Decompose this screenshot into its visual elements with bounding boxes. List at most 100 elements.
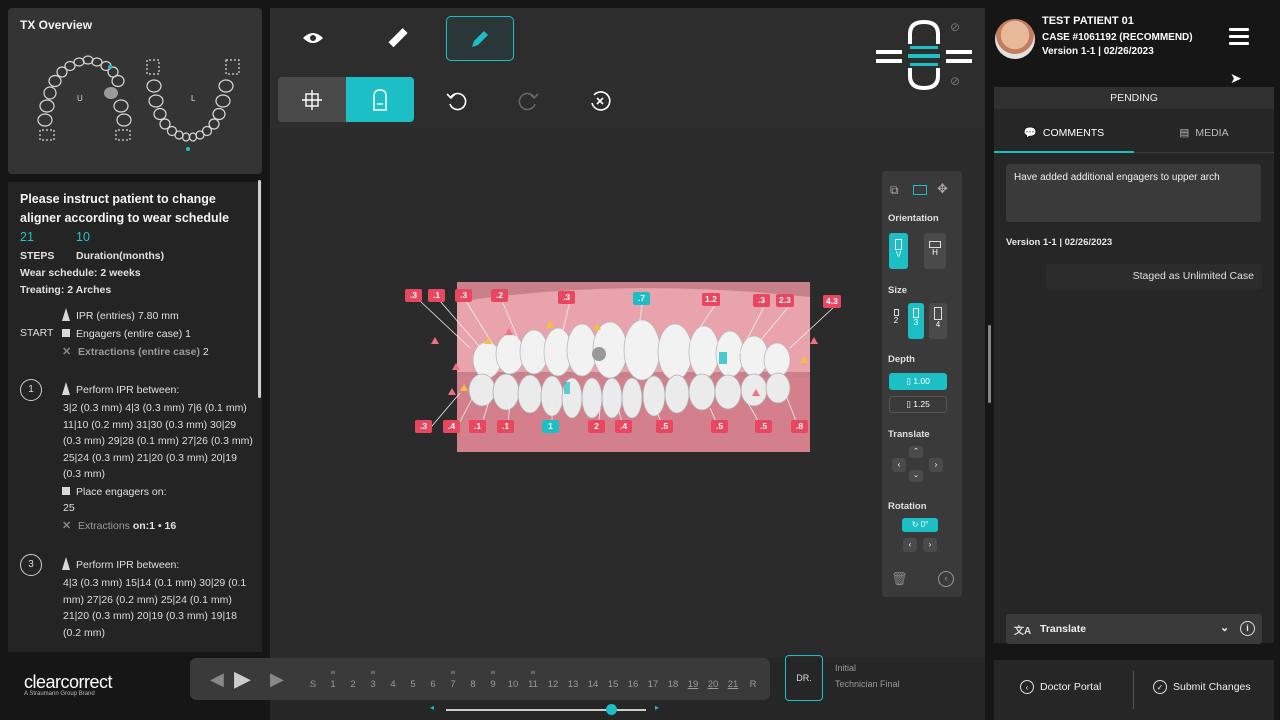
engager-label[interactable]: .7	[633, 292, 650, 305]
ipr-label[interactable]: .3	[405, 289, 422, 302]
chevron-down-icon: ⌄	[1220, 622, 1230, 634]
arch-diagram[interactable]	[8, 8, 262, 174]
warning-marker	[448, 388, 456, 395]
translate-left-button[interactable]: ‹	[892, 458, 906, 472]
ipr-label[interactable]: .5	[755, 420, 772, 433]
dr-button[interactable]: DR.	[785, 655, 823, 701]
next-step-icon[interactable]: ▶	[270, 669, 284, 690]
trash-icon[interactable]: 🗑	[891, 571, 908, 587]
engager-icon	[62, 487, 70, 495]
timeline-step[interactable]: S	[303, 679, 323, 690]
ipr-label[interactable]: 2	[588, 420, 605, 433]
timeline-step[interactable]: 19	[683, 679, 703, 690]
translate-icon: 文A	[1014, 626, 1032, 637]
timeline-step[interactable]: 17	[643, 679, 663, 690]
timeline-step[interactable]: 2	[343, 679, 363, 690]
ipr-icon	[62, 308, 70, 321]
rotate-right-button[interactable]: ›	[923, 538, 937, 552]
rotation-value[interactable]: ↻ 0°	[902, 518, 938, 532]
ipr-label[interactable]: .3	[455, 289, 472, 302]
ipr-label[interactable]: .1	[497, 420, 514, 433]
timeline-step[interactable]: R	[743, 679, 763, 690]
depth-1-button[interactable]: ▯ 1.00	[889, 373, 947, 390]
timeline-step[interactable]: 14	[583, 679, 603, 690]
step-3-ipr-title: Perform IPR between:	[62, 557, 179, 571]
rotate-left-button[interactable]: ‹	[903, 538, 917, 552]
initial-label[interactable]: Initial	[835, 663, 856, 673]
ipr-label[interactable]: 1.2	[702, 293, 720, 306]
ipr-label[interactable]: .8	[791, 420, 808, 433]
step-marker	[451, 671, 455, 674]
ipr-label[interactable]: .5	[711, 420, 728, 433]
play-icon[interactable]: ▶	[234, 666, 251, 692]
ipr-label[interactable]: .5	[656, 420, 673, 433]
translate-right-button[interactable]: ›	[929, 458, 943, 472]
ipr-label[interactable]: .4	[615, 420, 632, 433]
ipr-label[interactable]: 4.3	[823, 295, 841, 308]
timeline-step[interactable]: 4	[383, 679, 403, 690]
technician-final-label[interactable]: Technician Final	[835, 679, 900, 689]
ipr-label[interactable]: .2	[491, 289, 508, 302]
menu-button[interactable]	[1229, 28, 1249, 46]
ipr-label[interactable]: .3	[558, 291, 575, 304]
timeline-step[interactable]: 5	[403, 679, 423, 690]
timeline-step[interactable]: 15	[603, 679, 623, 690]
size-3-button[interactable]: 3	[908, 303, 924, 339]
timeline-step[interactable]: 12	[543, 679, 563, 690]
doctor-portal-button[interactable]: ‹ Doctor Portal	[1020, 680, 1101, 694]
treatment-instructions[interactable]: Please instruct patient to change aligne…	[8, 182, 262, 652]
step-1-engagers-title: Place engagers on:	[62, 486, 166, 498]
tab-comments[interactable]: 💬 COMMENTS	[994, 119, 1134, 153]
orientation-vertical-button[interactable]: V	[889, 233, 908, 269]
engager-icon	[62, 329, 70, 337]
comment-input[interactable]: Have added additional engagers to upper …	[1006, 164, 1261, 222]
zoom-slider-handle[interactable]	[606, 704, 617, 715]
timeline-step[interactable]: 18	[663, 679, 683, 690]
timeline-step[interactable]: 11	[523, 679, 543, 690]
copy-icon[interactable]: ⧉	[890, 183, 899, 198]
collapse-icon[interactable]: ‹	[938, 571, 954, 587]
size-4-button[interactable]: 4	[929, 303, 947, 339]
ipr-label[interactable]: .1	[469, 420, 486, 433]
translate-dropdown[interactable]: 文A Translate ⌄ i	[1006, 614, 1262, 644]
engager-label[interactable]: 1	[542, 420, 559, 433]
screen-icon[interactable]	[913, 185, 927, 195]
timeline-step[interactable]: 9	[483, 679, 503, 690]
timeline-step[interactable]: 10	[503, 679, 523, 690]
step-3-badge: 3	[20, 554, 42, 576]
ipr-label[interactable]: .1	[428, 289, 445, 302]
timeline-step[interactable]: 6	[423, 679, 443, 690]
right-panel: TEST PATIENT 01 CASE #1061192 (RECOMMEND…	[988, 0, 1280, 720]
zoom-in-icon[interactable]: ▸	[655, 703, 659, 712]
lower-arch-label: L	[191, 94, 196, 103]
timeline-step[interactable]: 3	[363, 679, 383, 690]
tab-media[interactable]: ▤ MEDIA	[1134, 119, 1274, 153]
orientation-horizontal-button[interactable]: H	[924, 233, 946, 269]
timeline-step[interactable]: 13	[563, 679, 583, 690]
timeline-step[interactable]: 1	[323, 679, 343, 690]
info-icon[interactable]: i	[1240, 621, 1255, 636]
ipr-label[interactable]: .3	[753, 294, 770, 307]
ipr-label[interactable]: .4	[443, 420, 460, 433]
translate-up-button[interactable]: ⌃	[909, 446, 923, 458]
timeline-step[interactable]: 8	[463, 679, 483, 690]
start-engagers: Engagers (entire case) 1	[62, 328, 191, 340]
left-scrollbar[interactable]	[258, 180, 261, 398]
translate-down-button[interactable]: ⌄	[909, 470, 923, 482]
move-arrows-icon[interactable]: ✥	[937, 181, 948, 197]
comment-icon: 💬	[1023, 127, 1037, 139]
center-scrollbar[interactable]	[988, 325, 991, 403]
timeline-step[interactable]: 7	[443, 679, 463, 690]
ipr-label[interactable]: .3	[415, 420, 432, 433]
submit-changes-button[interactable]: ✓ Submit Changes	[1153, 680, 1251, 694]
timeline-step[interactable]: 21	[723, 679, 743, 690]
timeline-step[interactable]: 16	[623, 679, 643, 690]
prev-step-icon[interactable]: ◀	[210, 669, 224, 690]
timeline-step[interactable]: 20	[703, 679, 723, 690]
size-label: Size	[888, 285, 908, 296]
ipr-label[interactable]: 2.3	[776, 294, 794, 307]
zoom-out-icon[interactable]: ◂	[430, 703, 434, 712]
depth-2-button[interactable]: ▯ 1.25	[889, 396, 947, 413]
check-icon: ✓	[1153, 680, 1167, 694]
size-2-button[interactable]: 2	[889, 303, 903, 339]
